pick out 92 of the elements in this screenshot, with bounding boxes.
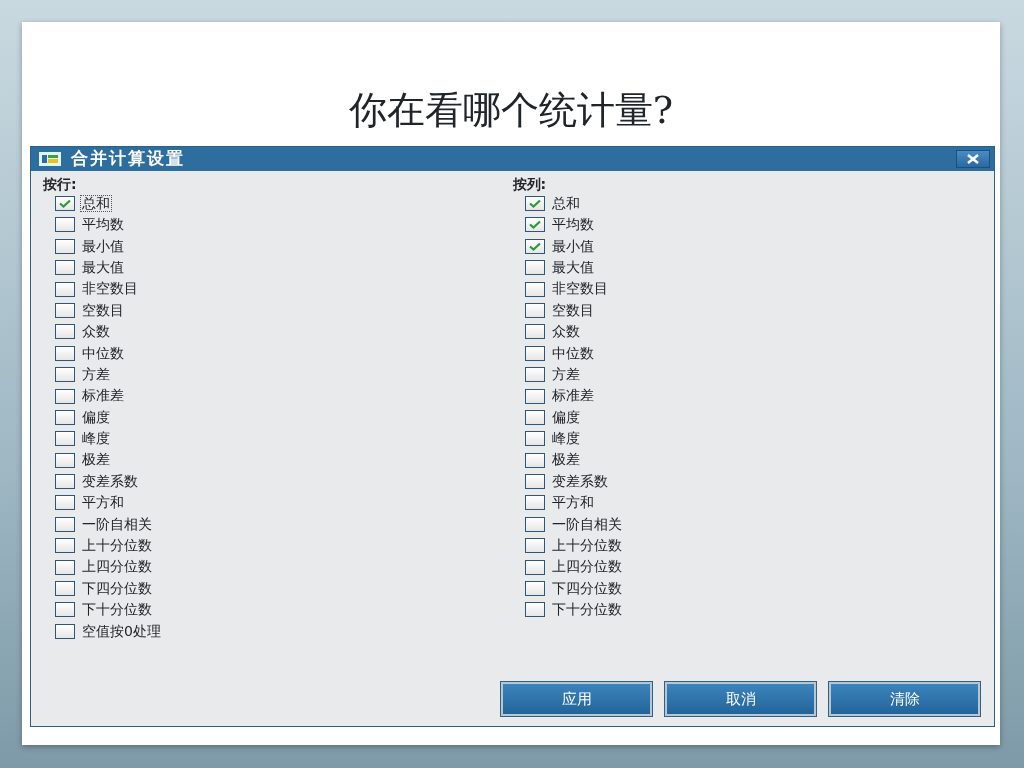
dialog-button[interactable]: 应用: [501, 682, 652, 716]
checkbox[interactable]: [524, 495, 545, 511]
checkbox[interactable]: [55, 602, 75, 618]
checkbox[interactable]: [524, 345, 545, 361]
checkbox[interactable]: [55, 367, 75, 383]
group-heading: 按列:: [512, 174, 548, 193]
checkbox[interactable]: [55, 302, 75, 318]
checkbox-label[interactable]: 下四分位数: [81, 580, 153, 597]
checkbox-label[interactable]: 最小值: [550, 238, 595, 254]
checkbox-label[interactable]: 空数目: [81, 302, 125, 319]
checkbox-label[interactable]: 平均数: [550, 217, 595, 233]
checkbox[interactable]: [524, 431, 545, 447]
checkbox[interactable]: [55, 324, 75, 340]
checkbox-label[interactable]: 平方和: [550, 495, 595, 511]
checkbox[interactable]: [524, 238, 545, 254]
checkbox[interactable]: [524, 324, 545, 340]
checkbox-label[interactable]: 众数: [81, 324, 111, 340]
checkbox-label[interactable]: 上四分位数: [550, 559, 623, 575]
checkbox-label[interactable]: 下十分位数: [550, 602, 623, 618]
checkbox-label[interactable]: 下十分位数: [81, 602, 153, 618]
checkbox-label[interactable]: 极差: [81, 452, 111, 468]
checkbox[interactable]: [55, 196, 75, 211]
checkbox[interactable]: [55, 388, 75, 404]
dialog-title: 合并计算设置: [71, 150, 185, 168]
checkbox-label[interactable]: 平均数: [81, 217, 125, 233]
checkbox-label[interactable]: 偏度: [550, 409, 581, 426]
checkbox-label[interactable]: 变差系数: [81, 473, 139, 490]
checkbox-label[interactable]: 标准差: [81, 388, 125, 404]
checkbox[interactable]: [524, 559, 545, 575]
checkbox[interactable]: [524, 538, 545, 554]
checkbox-label[interactable]: 最大值: [550, 259, 595, 276]
checkbox[interactable]: [55, 559, 75, 575]
checkbox[interactable]: [55, 409, 75, 425]
checkbox[interactable]: [524, 409, 545, 425]
checkbox[interactable]: [524, 602, 545, 618]
checkbox[interactable]: [55, 474, 75, 490]
dialog-button[interactable]: 取消: [665, 682, 816, 716]
checkbox-label[interactable]: 方差: [81, 366, 111, 383]
checkbox[interactable]: [524, 196, 545, 211]
checkbox-label[interactable]: 非空数目: [81, 281, 139, 297]
checkbox-label[interactable]: 标准差: [550, 388, 595, 404]
checkbox-label[interactable]: 方差: [550, 366, 581, 383]
checkbox-label[interactable]: 众数: [550, 324, 581, 340]
checkbox-label[interactable]: 上四分位数: [81, 559, 153, 575]
checkbox-label[interactable]: 非空数目: [550, 281, 609, 297]
checkbox[interactable]: [55, 623, 75, 639]
checkbox[interactable]: [524, 260, 545, 276]
checkbox[interactable]: [55, 345, 75, 361]
checkbox[interactable]: [55, 516, 75, 532]
checkbox-label[interactable]: 中位数: [550, 345, 595, 361]
checkbox-label[interactable]: 峰度: [81, 431, 111, 447]
checkbox[interactable]: [55, 431, 75, 447]
checkbox[interactable]: [55, 260, 75, 276]
checkbox[interactable]: [524, 302, 545, 318]
checkbox[interactable]: [524, 474, 545, 490]
checkbox[interactable]: [55, 238, 75, 254]
checkbox[interactable]: [55, 452, 75, 468]
checkbox[interactable]: [524, 217, 545, 233]
checkbox[interactable]: [524, 452, 545, 468]
checkbox[interactable]: [55, 581, 75, 596]
checkbox-label[interactable]: 一阶自相关: [550, 516, 623, 533]
checkbox-label[interactable]: 最小值: [81, 238, 125, 254]
checkbox[interactable]: [55, 538, 75, 554]
close-icon: [966, 153, 980, 164]
checkbox[interactable]: [524, 281, 545, 297]
checkbox[interactable]: [524, 581, 545, 596]
group-heading: 按行:: [43, 174, 78, 193]
checkbox-label[interactable]: 总和: [81, 195, 111, 212]
checkbox-label[interactable]: 偏度: [81, 409, 111, 426]
checkbox-label[interactable]: 空数目: [550, 302, 595, 319]
checkbox[interactable]: [524, 516, 545, 532]
checkbox-label[interactable]: 最大值: [81, 259, 125, 276]
checkbox-label[interactable]: 空值按0处理: [81, 623, 162, 639]
app-icon: [39, 151, 61, 166]
checkbox-label[interactable]: 总和: [550, 195, 581, 212]
checkbox-label[interactable]: 上十分位数: [81, 538, 153, 554]
checkbox[interactable]: [55, 495, 75, 511]
checkbox-label[interactable]: 下四分位数: [550, 580, 623, 597]
checkbox-label[interactable]: 一阶自相关: [81, 516, 153, 533]
checkbox-label[interactable]: 峰度: [550, 431, 581, 447]
checkbox-label[interactable]: 平方和: [81, 495, 125, 511]
slide-title: 你在看哪个统计量?: [348, 90, 674, 132]
checkbox-label[interactable]: 极差: [550, 452, 581, 468]
checkbox[interactable]: [524, 367, 545, 383]
checkbox[interactable]: [524, 388, 545, 404]
checkbox-label[interactable]: 上十分位数: [550, 538, 623, 554]
checkbox-label[interactable]: 中位数: [81, 345, 125, 361]
checkbox[interactable]: [55, 281, 75, 297]
dialog-button[interactable]: 清除: [829, 682, 980, 716]
checkbox[interactable]: [55, 217, 75, 233]
close-button[interactable]: [956, 149, 990, 168]
checkbox-label[interactable]: 变差系数: [550, 473, 609, 490]
